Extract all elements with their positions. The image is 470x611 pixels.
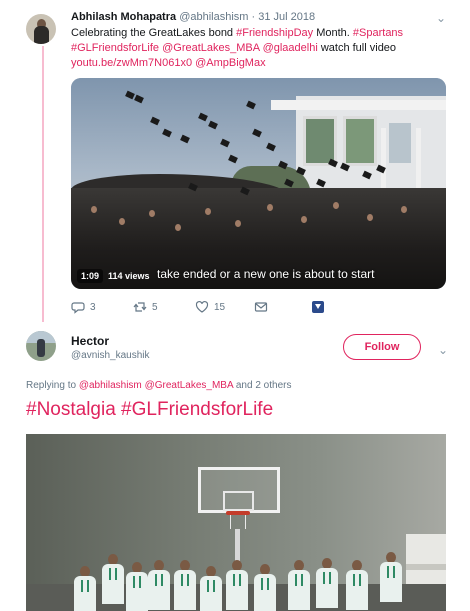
video-subtitle: take ended or a new one is about to star… (157, 267, 375, 281)
video-building-roof (271, 100, 446, 110)
player-trim (133, 576, 141, 588)
hashtag-glfriendsforlife[interactable]: #GLFriendsforLife (71, 42, 159, 54)
avatar-body (34, 26, 49, 44)
author-name[interactable]: Hector (71, 334, 109, 348)
player-trim (233, 574, 241, 586)
crowd-face (235, 220, 241, 227)
reply-icon (71, 302, 85, 314)
crowd-face (175, 224, 181, 231)
video-duration: 1:09 (77, 269, 104, 283)
player-trim (295, 574, 303, 586)
tweet-header: Abhilash Mohapatra @abhilashism · 31 Jul… (71, 11, 315, 23)
replying-others[interactable]: and 2 others (233, 380, 292, 391)
header-separator: · (251, 11, 256, 23)
chevron-down-icon[interactable]: ⌄ (438, 343, 448, 357)
photo-building-stripe (406, 564, 446, 570)
author-name[interactable]: Abhilash Mohapatra (71, 11, 176, 23)
video-window (343, 116, 377, 166)
crowd-face (119, 218, 125, 225)
like-count: 15 (214, 301, 226, 313)
player-trim (353, 574, 361, 586)
hashtag-spartans[interactable]: #Spartans (353, 27, 403, 39)
basketball-net (230, 515, 246, 529)
tweet-date[interactable]: 31 Jul 2018 (258, 11, 315, 23)
author-handle[interactable]: @avnish_kaushik (71, 350, 150, 361)
crowd-face (367, 214, 373, 221)
crowd-face (91, 206, 97, 213)
crowd-face (401, 206, 407, 213)
heart-icon (195, 300, 209, 313)
player-trim (155, 574, 163, 586)
replying-user-link[interactable]: @abhilashism (79, 380, 142, 391)
crowd-face (267, 204, 273, 211)
bookmark-button[interactable] (311, 300, 325, 314)
player-trim (181, 574, 189, 586)
mention-ampbigmax[interactable]: @AmpBigMax (195, 57, 265, 69)
retweet-count: 5 (152, 301, 158, 313)
mention-greatlakes-mba[interactable]: @GreatLakes_MBA (162, 42, 259, 54)
text-segment: Celebrating the GreatLakes bond (71, 27, 237, 39)
avatar[interactable] (26, 331, 56, 361)
follow-button[interactable]: Follow (343, 334, 421, 360)
tweet-text: Celebrating the GreatLakes bond #Friends… (71, 26, 456, 71)
video-window (389, 123, 411, 163)
reply-button[interactable]: 3 (71, 300, 96, 314)
player-trim (207, 580, 215, 592)
crowd-face (205, 208, 211, 215)
replying-to: Replying to @abhilashism @GreatLakes_MBA… (26, 380, 291, 391)
avatar-figure (37, 339, 45, 357)
bookmark-icon (312, 301, 324, 313)
tweet-actions: 3 5 15 (71, 300, 331, 316)
mention-glaadelhi[interactable]: @glaadelhi (263, 42, 318, 54)
backboard-target (223, 491, 254, 511)
replying-prefix: Replying to (26, 380, 79, 391)
player-trim (261, 578, 269, 590)
crowd-face (149, 210, 155, 217)
crowd-face (333, 202, 339, 209)
tweet-text-line: youtu.be/zwMm7N061x0 @AmpBigMax (71, 56, 456, 71)
author-handle[interactable]: @abhilashism (179, 11, 248, 23)
retweet-button[interactable]: 5 (133, 300, 158, 314)
avatar[interactable] (26, 14, 56, 44)
player-trim (109, 568, 117, 580)
text-segment: Month. (313, 27, 353, 39)
retweet-icon (133, 302, 147, 312)
video-player[interactable]: 1:09 114 views take ended or a new one i… (71, 78, 446, 289)
tweet-photo[interactable] (26, 434, 446, 611)
envelope-icon (254, 302, 268, 312)
tweet-text-line: Celebrating the GreatLakes bond #Friends… (71, 26, 456, 41)
tweet-text-line: #GLFriendsforLife @GreatLakes_MBA @glaad… (71, 41, 456, 56)
thread-connector-line (42, 46, 44, 322)
video-link[interactable]: youtu.be/zwMm7N061x0 (71, 57, 192, 69)
reply-text[interactable]: #Nostalgia #GLFriendsforLife (26, 399, 273, 421)
text-segment: watch full video (317, 42, 397, 54)
player-trim (387, 566, 395, 578)
hashtag-friendshipday[interactable]: #FriendshipDay (236, 27, 313, 39)
crowd-face (301, 216, 307, 223)
replying-user-link[interactable]: @GreatLakes_MBA (145, 380, 234, 391)
player-trim (323, 572, 331, 584)
direct-message-button[interactable] (254, 300, 268, 314)
reply-count: 3 (90, 301, 96, 313)
chevron-down-icon[interactable]: ⌄ (436, 11, 446, 25)
video-view-count: 114 views (108, 271, 150, 281)
player-trim (81, 580, 89, 592)
like-button[interactable]: 15 (195, 300, 225, 314)
